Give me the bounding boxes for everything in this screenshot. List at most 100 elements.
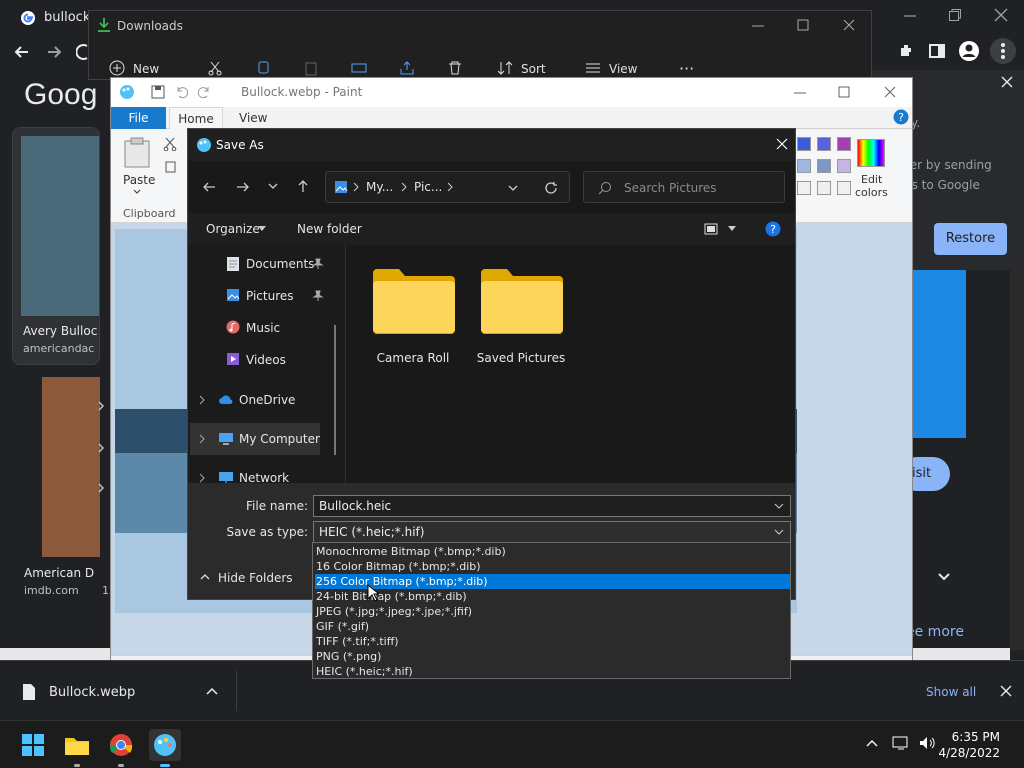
refresh-icon[interactable] — [544, 181, 558, 195]
color-palette[interactable] — [787, 137, 851, 201]
color-swatch[interactable] — [797, 159, 811, 173]
save-as-close-icon[interactable] — [776, 138, 788, 150]
paint-save-icon[interactable] — [151, 85, 165, 99]
nav-item-documents[interactable]: Documents — [188, 249, 338, 279]
delete-icon[interactable] — [447, 60, 463, 76]
color-swatch[interactable] — [797, 181, 811, 195]
chevron-down-icon[interactable] — [774, 503, 784, 509]
type-option[interactable]: GIF (*.gif) — [315, 619, 790, 634]
view-icon[interactable] — [585, 60, 601, 76]
chevron-down-icon[interactable] — [728, 226, 736, 232]
color-swatch[interactable] — [837, 181, 851, 195]
chrome-icon[interactable] — [105, 729, 137, 761]
network-tray-icon[interactable] — [892, 735, 910, 751]
share-icon[interactable] — [399, 60, 415, 76]
explorer-close-icon[interactable] — [843, 19, 855, 31]
chevron-up-icon[interactable] — [206, 687, 218, 695]
nav-item-videos[interactable]: Videos — [188, 345, 338, 375]
sort-icon[interactable] — [497, 60, 513, 76]
chrome-menu-icon[interactable] — [990, 38, 1016, 64]
type-option[interactable]: HEIC (*.heic;*.hif) — [315, 664, 790, 679]
nav-item-music[interactable]: Music — [188, 313, 338, 343]
address-bar[interactable]: My... Pic... — [325, 171, 570, 203]
type-option[interactable]: PNG (*.png) — [315, 649, 790, 664]
edit-colors-label-1[interactable]: Edit — [861, 173, 882, 186]
folder-item[interactable]: Saved Pictures — [467, 265, 575, 375]
chrome-tab[interactable]: bullock a — [8, 4, 102, 32]
image-result-card[interactable]: Avery Bulloc americandac — [12, 127, 100, 365]
chrome-back-icon[interactable] — [12, 42, 32, 62]
see-more-link[interactable]: ee more — [906, 624, 964, 640]
paint-close-icon[interactable] — [884, 86, 896, 98]
hide-folders-button[interactable]: Hide Folders — [218, 571, 293, 585]
more-options-button[interactable]: ··· — [679, 59, 694, 78]
help-icon[interactable]: ? — [765, 221, 781, 237]
taskbar-clock[interactable]: 6:35 PM 4/28/2022 — [930, 729, 1000, 761]
rename-icon[interactable] — [351, 60, 367, 76]
download-item-name[interactable]: Bullock.webp — [49, 685, 135, 700]
show-all-button[interactable]: Show all — [926, 685, 976, 699]
color-swatch[interactable] — [797, 137, 811, 151]
breadcrumb-item[interactable]: My... — [366, 180, 393, 194]
organize-button[interactable]: Organize — [206, 222, 260, 236]
chevron-down-icon[interactable] — [133, 189, 141, 195]
color-swatch[interactable] — [817, 137, 831, 151]
cut-icon[interactable] — [207, 60, 223, 76]
start-windows-icon[interactable] — [17, 729, 49, 761]
color-swatch[interactable] — [817, 159, 831, 173]
paint-taskbar-icon[interactable] — [149, 729, 181, 761]
breadcrumb-item[interactable]: Pic... — [414, 180, 442, 194]
chevron-down-icon[interactable] — [774, 529, 784, 535]
new-plus-icon[interactable] — [109, 60, 125, 76]
chrome-minimize-icon[interactable] — [902, 8, 918, 24]
chrome-close-icon[interactable] — [994, 8, 1008, 22]
side-panel-icon[interactable] — [928, 42, 946, 60]
left-chevron-icon[interactable] — [96, 400, 106, 412]
nav-item-my-computer[interactable]: My Computer — [190, 423, 320, 455]
cut-icon[interactable] — [163, 137, 177, 151]
type-option[interactable]: JPEG (*.jpg;*.jpeg;*.jpe;*.jfif) — [315, 604, 790, 619]
type-option[interactable]: 24-bit Bitmap (*.bmp;*.dib) — [315, 589, 790, 604]
paint-tab-home[interactable]: Home — [169, 107, 223, 130]
explorer-minimize-icon[interactable] — [751, 19, 765, 33]
pin-icon[interactable] — [312, 258, 324, 270]
hide-folders-chevron-icon[interactable] — [200, 573, 210, 581]
edit-colors-icon[interactable] — [857, 139, 885, 167]
nav-item-pictures[interactable]: Pictures — [188, 281, 338, 311]
view-button[interactable]: View — [609, 62, 637, 76]
expand-chevron-icon[interactable] — [198, 434, 206, 444]
expand-chevron-icon[interactable] — [198, 395, 206, 405]
type-option[interactable]: Monochrome Bitmap (*.bmp;*.dib) — [315, 544, 790, 559]
forward-arrow-icon[interactable] — [236, 180, 250, 194]
type-option[interactable]: TIFF (*.tif;*.tiff) — [315, 634, 790, 649]
left-chevron-icon[interactable] — [96, 442, 106, 454]
restore-button[interactable]: Restore — [934, 223, 1007, 255]
pin-icon[interactable] — [312, 290, 324, 302]
save-as-type-select[interactable]: HEIC (*.heic;*.hif) — [313, 521, 791, 543]
paste-label[interactable]: Paste — [123, 173, 155, 187]
up-arrow-icon[interactable] — [296, 179, 310, 193]
close-icon[interactable] — [1000, 685, 1012, 697]
edit-colors-label-2[interactable]: colors — [855, 186, 888, 199]
expand-chevron-icon[interactable] — [198, 473, 206, 483]
sort-button[interactable]: Sort — [521, 62, 546, 76]
chevron-down-icon[interactable] — [258, 226, 266, 232]
file-name-input[interactable]: Bullock.heic — [313, 495, 791, 517]
tray-chevron-up-icon[interactable] — [866, 739, 878, 747]
view-options-icon[interactable] — [704, 223, 718, 235]
copy-icon[interactable] — [255, 60, 271, 76]
paint-maximize-icon[interactable] — [838, 86, 850, 98]
color-swatch[interactable] — [817, 181, 831, 195]
chrome-scrollbar[interactable] — [1010, 270, 1024, 650]
nav-scrollbar[interactable] — [334, 325, 336, 455]
paint-redo-icon[interactable] — [197, 85, 211, 99]
paste-icon[interactable] — [303, 60, 319, 76]
paste-clipboard-icon[interactable] — [123, 137, 151, 169]
new-folder-button[interactable]: New folder — [297, 222, 362, 236]
chrome-restore-icon[interactable] — [948, 8, 962, 22]
nav-item-network[interactable]: Network — [188, 463, 338, 483]
paint-tab-file[interactable]: File — [111, 107, 166, 129]
type-option-selected[interactable]: 256 Color Bitmap (*.bmp;*.dib) — [315, 574, 790, 589]
paint-tab-view[interactable]: View — [239, 111, 267, 125]
file-explorer-icon[interactable] — [61, 729, 93, 761]
